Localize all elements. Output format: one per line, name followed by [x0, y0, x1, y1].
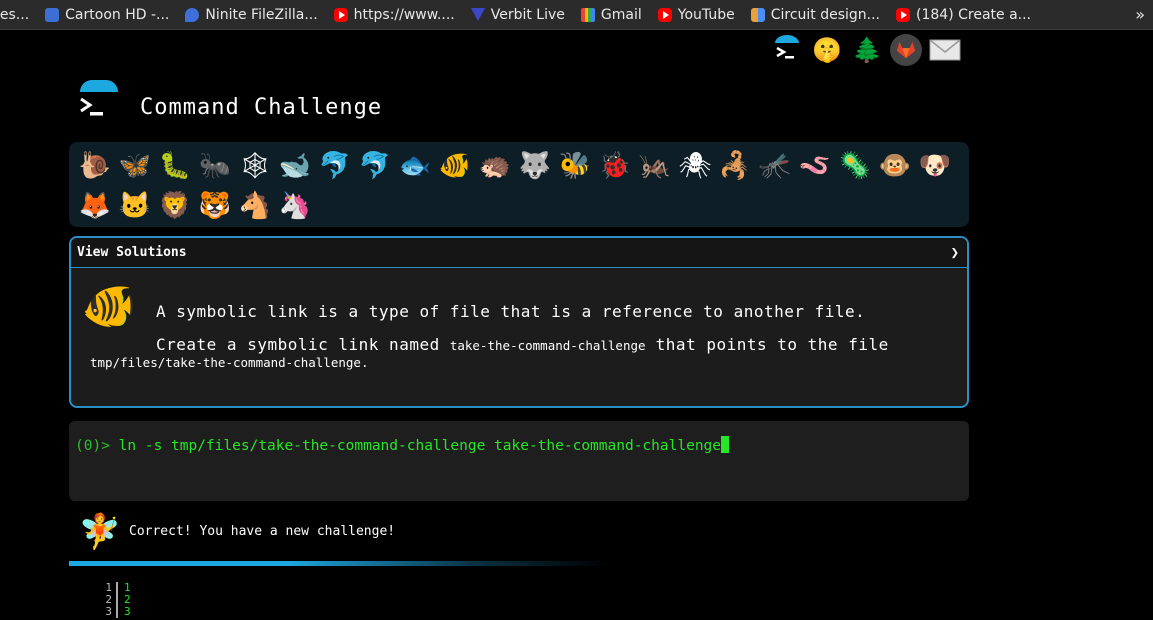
tree-icon[interactable]: 🌲: [850, 33, 884, 67]
view-solutions-toggle[interactable]: View Solutions ❯: [71, 238, 967, 268]
cartoon-hd-icon: [45, 7, 60, 22]
bookmark-0[interactable]: ies...: [0, 0, 37, 29]
challenge-animal-icon[interactable]: 🐝: [555, 146, 595, 186]
challenge-animal-icon[interactable]: 🐯: [195, 186, 235, 226]
challenge-animal-icon[interactable]: 🦊: [75, 186, 115, 226]
line-value: 3: [124, 605, 131, 618]
bookmark-youtube[interactable]: YouTube: [650, 0, 743, 29]
challenge-animal-icon[interactable]: 🐛: [155, 146, 195, 186]
challenge-instruction: Create a symbolic link named take-the-co…: [156, 335, 889, 354]
challenge-animal-icon[interactable]: 🐴: [235, 186, 275, 226]
tropical-fish-icon: 🐠: [81, 281, 137, 332]
bookmark-label: ies...: [0, 6, 30, 23]
bookmark-create[interactable]: (184) Create a...: [888, 0, 1039, 29]
challenge-instruction-target: tmp/files/take-the-command-challenge.: [90, 355, 368, 370]
youtube-icon: [896, 7, 911, 22]
challenge-animal-icon[interactable]: 🐺: [515, 146, 555, 186]
challenge-animal-icon[interactable]: 🐋: [275, 146, 315, 186]
chevron-right-icon: ❯: [950, 244, 959, 261]
challenge-animal-icon[interactable]: 🦄: [275, 186, 315, 226]
bookmarks-overflow-button[interactable]: »: [1127, 0, 1153, 29]
bookmark-verbit[interactable]: Verbit Live: [463, 0, 573, 29]
fairy-avatar-icon: 🧚: [78, 512, 122, 552]
challenge-animal-icon[interactable]: 🦟: [755, 146, 795, 186]
logo-cap: [80, 80, 118, 92]
challenge-animal-icon[interactable]: 🕸: [235, 146, 275, 186]
bookmarks-bar: ies... Cartoon HD -... Ninite FileZilla.…: [0, 0, 1153, 30]
instruction-target-path: tmp/files/take-the-command-challenge: [90, 355, 361, 370]
result-message: Correct! You have a new challenge!: [129, 524, 396, 539]
instruction-end: .: [360, 355, 369, 370]
challenge-animal-icon[interactable]: 🦔: [475, 146, 515, 186]
bookmark-label: Circuit design...: [770, 6, 881, 23]
bookmark-circuit[interactable]: Circuit design...: [743, 0, 888, 29]
challenge-animal-icon[interactable]: 🪱: [795, 146, 835, 186]
challenge-animal-icon[interactable]: 🦗: [635, 146, 675, 186]
ninite-icon: [185, 7, 200, 22]
output-line: 33: [96, 606, 131, 618]
challenge-description: A symbolic link is a type of file that i…: [156, 302, 866, 321]
shushing-face-icon[interactable]: 🤫: [810, 33, 844, 67]
instruction-link-name: take-the-command-challenge: [449, 338, 646, 353]
challenge-animal-icon[interactable]: 🐱: [115, 186, 155, 226]
top-icon-bar: 🤫 🌲: [770, 33, 962, 67]
mail-icon[interactable]: [928, 33, 962, 67]
challenge-animal-icon[interactable]: 🐵: [875, 146, 915, 186]
progress-bar: [69, 561, 609, 566]
challenge-animal-icon[interactable]: 🕷: [675, 146, 715, 186]
youtube-icon: [333, 7, 348, 22]
bookmark-label: Ninite FileZilla...: [205, 6, 318, 23]
instruction-prefix: Create a symbolic link named: [156, 335, 450, 354]
instruction-suffix: that points to the file: [645, 335, 889, 354]
line-number: 3: [105, 605, 112, 618]
bookmark-label: Gmail: [600, 6, 642, 23]
output-line-numbers: 11 22 33: [96, 582, 131, 618]
challenge-animal-icon[interactable]: 🐜: [195, 146, 235, 186]
terminal-cursor: [721, 436, 730, 453]
bookmark-ninite[interactable]: Ninite FileZilla...: [177, 0, 325, 29]
youtube-icon: [657, 7, 672, 22]
challenge-animal-icon[interactable]: 🐬: [355, 146, 395, 186]
challenge-animal-icon[interactable]: 🐞: [595, 146, 635, 186]
challenge-animal-strip: 🐌 🦋 🐛 🐜 🕸 🐋 🐬 🐬 🐟 🐠 🦔 🐺 🐝 🐞 🦗 🕷 🦂 🦟 🪱 🦠 🐵 🐶 🦊 🐱 🦁 🐯 🐴 🦄: [69, 142, 969, 227]
bookmark-label: YouTube: [677, 6, 735, 23]
bookmark-https[interactable]: https://www....: [326, 0, 463, 29]
challenge-animal-icon[interactable]: 🦁: [155, 186, 195, 226]
bookmark-label: Cartoon HD -...: [65, 6, 170, 23]
line-divider: [116, 582, 118, 594]
challenge-animal-icon[interactable]: 🐶: [915, 146, 955, 186]
challenge-animal-icon[interactable]: 🐌: [75, 146, 115, 186]
terminal-prompt-icon: [78, 96, 108, 124]
gmail-icon: [580, 7, 595, 22]
gitlab-icon[interactable]: [890, 34, 922, 66]
terminal-logo-icon[interactable]: [770, 33, 804, 67]
bookmark-cartoon-hd[interactable]: Cartoon HD -...: [37, 0, 177, 29]
line-divider: [116, 594, 118, 606]
challenge-animal-icon[interactable]: 🐠: [435, 146, 475, 186]
terminal-input[interactable]: (0)> ln -s tmp/files/take-the-command-ch…: [69, 421, 969, 501]
bookmark-label: (184) Create a...: [916, 6, 1032, 23]
challenge-panel: View Solutions ❯ 🐠 A symbolic link is a …: [69, 236, 969, 408]
circuit-icon: [750, 7, 765, 22]
challenge-animal-icon[interactable]: 🦋: [115, 146, 155, 186]
verbit-icon: [470, 8, 485, 21]
bookmark-gmail[interactable]: Gmail: [573, 0, 650, 29]
bookmark-label: Verbit Live: [490, 6, 565, 23]
line-divider: [116, 606, 118, 618]
bookmark-label: https://www....: [353, 6, 455, 23]
view-solutions-label: View Solutions: [77, 245, 187, 260]
challenge-animal-icon[interactable]: 🦂: [715, 146, 755, 186]
page-title: Command Challenge: [140, 95, 383, 120]
challenge-animal-icon[interactable]: 🐟: [395, 146, 435, 186]
command-challenge-logo[interactable]: [76, 80, 122, 126]
terminal-prompt: (0)>: [75, 438, 110, 454]
challenge-animal-icon[interactable]: 🐬: [315, 146, 355, 186]
challenge-animal-icon[interactable]: 🦠: [835, 146, 875, 186]
terminal-command: ln -s tmp/files/take-the-command-challen…: [109, 438, 722, 454]
